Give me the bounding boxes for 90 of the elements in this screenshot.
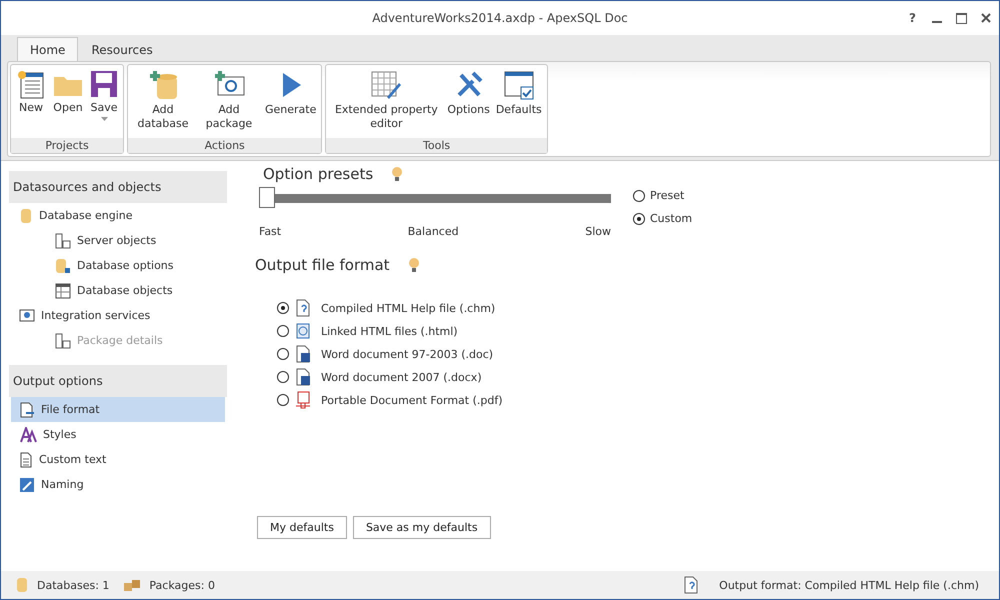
html-file-icon <box>295 322 311 340</box>
naming-pencil-icon <box>19 476 35 492</box>
pdf-file-icon <box>295 391 311 409</box>
sidebar-item[interactable]: Styles <box>11 422 225 447</box>
database-icon <box>15 577 29 593</box>
sidebar-item-label: Server objects <box>77 234 156 247</box>
help-file-icon <box>683 576 700 594</box>
slider-thumb[interactable] <box>259 187 275 208</box>
window-check-icon <box>502 69 535 101</box>
radio-button[interactable] <box>277 302 289 314</box>
file-arrow-icon <box>19 402 35 418</box>
radio-label: Compiled HTML Help file (.chm) <box>321 302 496 314</box>
radio-button[interactable] <box>633 212 645 224</box>
sidebar-item-label: Integration services <box>41 309 150 322</box>
radio-label: Word document 97-2003 (.doc) <box>321 348 494 360</box>
table-icon <box>55 282 71 298</box>
sidebar-item-label: Database engine <box>39 209 132 222</box>
radio-label: Word document 2007 (.docx) <box>321 370 482 384</box>
font-styles-icon <box>19 426 37 442</box>
slider-tick-label: Balanced <box>408 225 459 238</box>
lightbulb-icon <box>391 166 404 182</box>
close-icon[interactable] <box>981 13 991 23</box>
boxes-icon <box>123 577 142 593</box>
ribbon-button[interactable]: Open <box>49 67 87 138</box>
radio-button[interactable] <box>277 394 289 406</box>
sidebar-item[interactable]: Database engine <box>11 203 225 228</box>
ribbon-button[interactable]: Save <box>87 67 121 138</box>
radio-button[interactable] <box>277 348 289 360</box>
radio-label: Portable Document Format (.pdf) <box>321 394 503 406</box>
caret-icon <box>100 117 108 121</box>
push-button[interactable]: My defaults <box>257 516 347 539</box>
ribbon-button[interactable]: New <box>13 67 49 138</box>
preset-slider[interactable] <box>259 187 611 209</box>
ribbon-tab[interactable]: Resources <box>78 37 166 61</box>
ribbon-button[interactable]: Defaults <box>492 67 545 138</box>
sidebar-item[interactable]: Server objects <box>11 228 225 253</box>
lightbulb-icon <box>408 257 420 273</box>
sidebar-item-label: File format <box>41 403 100 416</box>
new-document-icon <box>16 69 46 99</box>
server-list-icon <box>55 332 71 348</box>
sidebar-item[interactable]: Naming <box>11 472 225 497</box>
text-document-icon <box>19 452 33 468</box>
maximize-icon[interactable] <box>956 12 967 24</box>
ribbon-button[interactable]: Generate <box>262 67 320 138</box>
sidebar-item-label: Package details <box>77 334 163 347</box>
sidebar-item-label: Database objects <box>77 284 173 297</box>
window-title: AdventureWorks2014.axdp - ApexSQL Doc <box>372 11 628 25</box>
status-text: Databases: 1 <box>37 578 110 592</box>
ribbon-button[interactable]: Options <box>444 67 493 138</box>
group-title: Actions <box>128 138 322 153</box>
radio-button[interactable] <box>277 371 289 383</box>
section-header: Output options <box>9 365 227 397</box>
sidebar-item[interactable]: Database objects <box>11 278 225 303</box>
help-file-icon <box>295 299 311 317</box>
group-title: Projects <box>11 138 123 153</box>
word-file-icon <box>295 368 311 386</box>
word-file-icon <box>295 345 311 363</box>
sidebar-item[interactable]: Database options <box>11 253 225 278</box>
radio-button[interactable] <box>277 325 289 337</box>
ribbon-button[interactable]: Extended property editor <box>328 67 444 138</box>
table-edit-icon <box>369 69 404 101</box>
section-title: Output file format <box>255 256 390 274</box>
sidebar-item[interactable]: File format <box>11 397 225 422</box>
sidebar-item-label: Database options <box>77 259 174 272</box>
radio-label: Linked HTML files (.html) <box>321 324 458 338</box>
section-header: Datasources and objects <box>9 171 227 203</box>
add-database-icon <box>147 69 179 101</box>
database-check-icon <box>55 258 71 274</box>
radio-button[interactable] <box>633 190 645 202</box>
radio-label: Custom <box>650 212 692 225</box>
sidebar-item[interactable]: Custom text <box>11 447 225 472</box>
help-button[interactable]: ? <box>907 9 918 27</box>
status-text: Output format: Compiled HTML Help file (.chm) <box>719 578 979 592</box>
slider-tick-label: Fast <box>259 225 282 238</box>
slider-tick-label: Slow <box>585 225 611 238</box>
sidebar-item-label: Styles <box>43 428 76 441</box>
ribbon-button[interactable]: Add package <box>196 67 262 138</box>
push-button[interactable]: Save as my defaults <box>352 516 491 539</box>
group-title: Tools <box>326 138 547 153</box>
section-title: Option presets <box>263 165 374 183</box>
server-list-icon <box>55 232 71 248</box>
radio-label: Preset <box>650 189 684 202</box>
status-text: Packages: 0 <box>149 578 215 592</box>
ribbon-button[interactable]: Add database <box>130 67 196 138</box>
package-icon <box>19 308 35 324</box>
database-icon <box>19 208 33 224</box>
sidebar-item[interactable]: Integration services <box>11 303 225 328</box>
ribbon-tab[interactable]: Home <box>17 37 78 61</box>
sidebar-item-label: Naming <box>41 478 84 491</box>
sidebar-item-label: Custom text <box>39 453 106 466</box>
